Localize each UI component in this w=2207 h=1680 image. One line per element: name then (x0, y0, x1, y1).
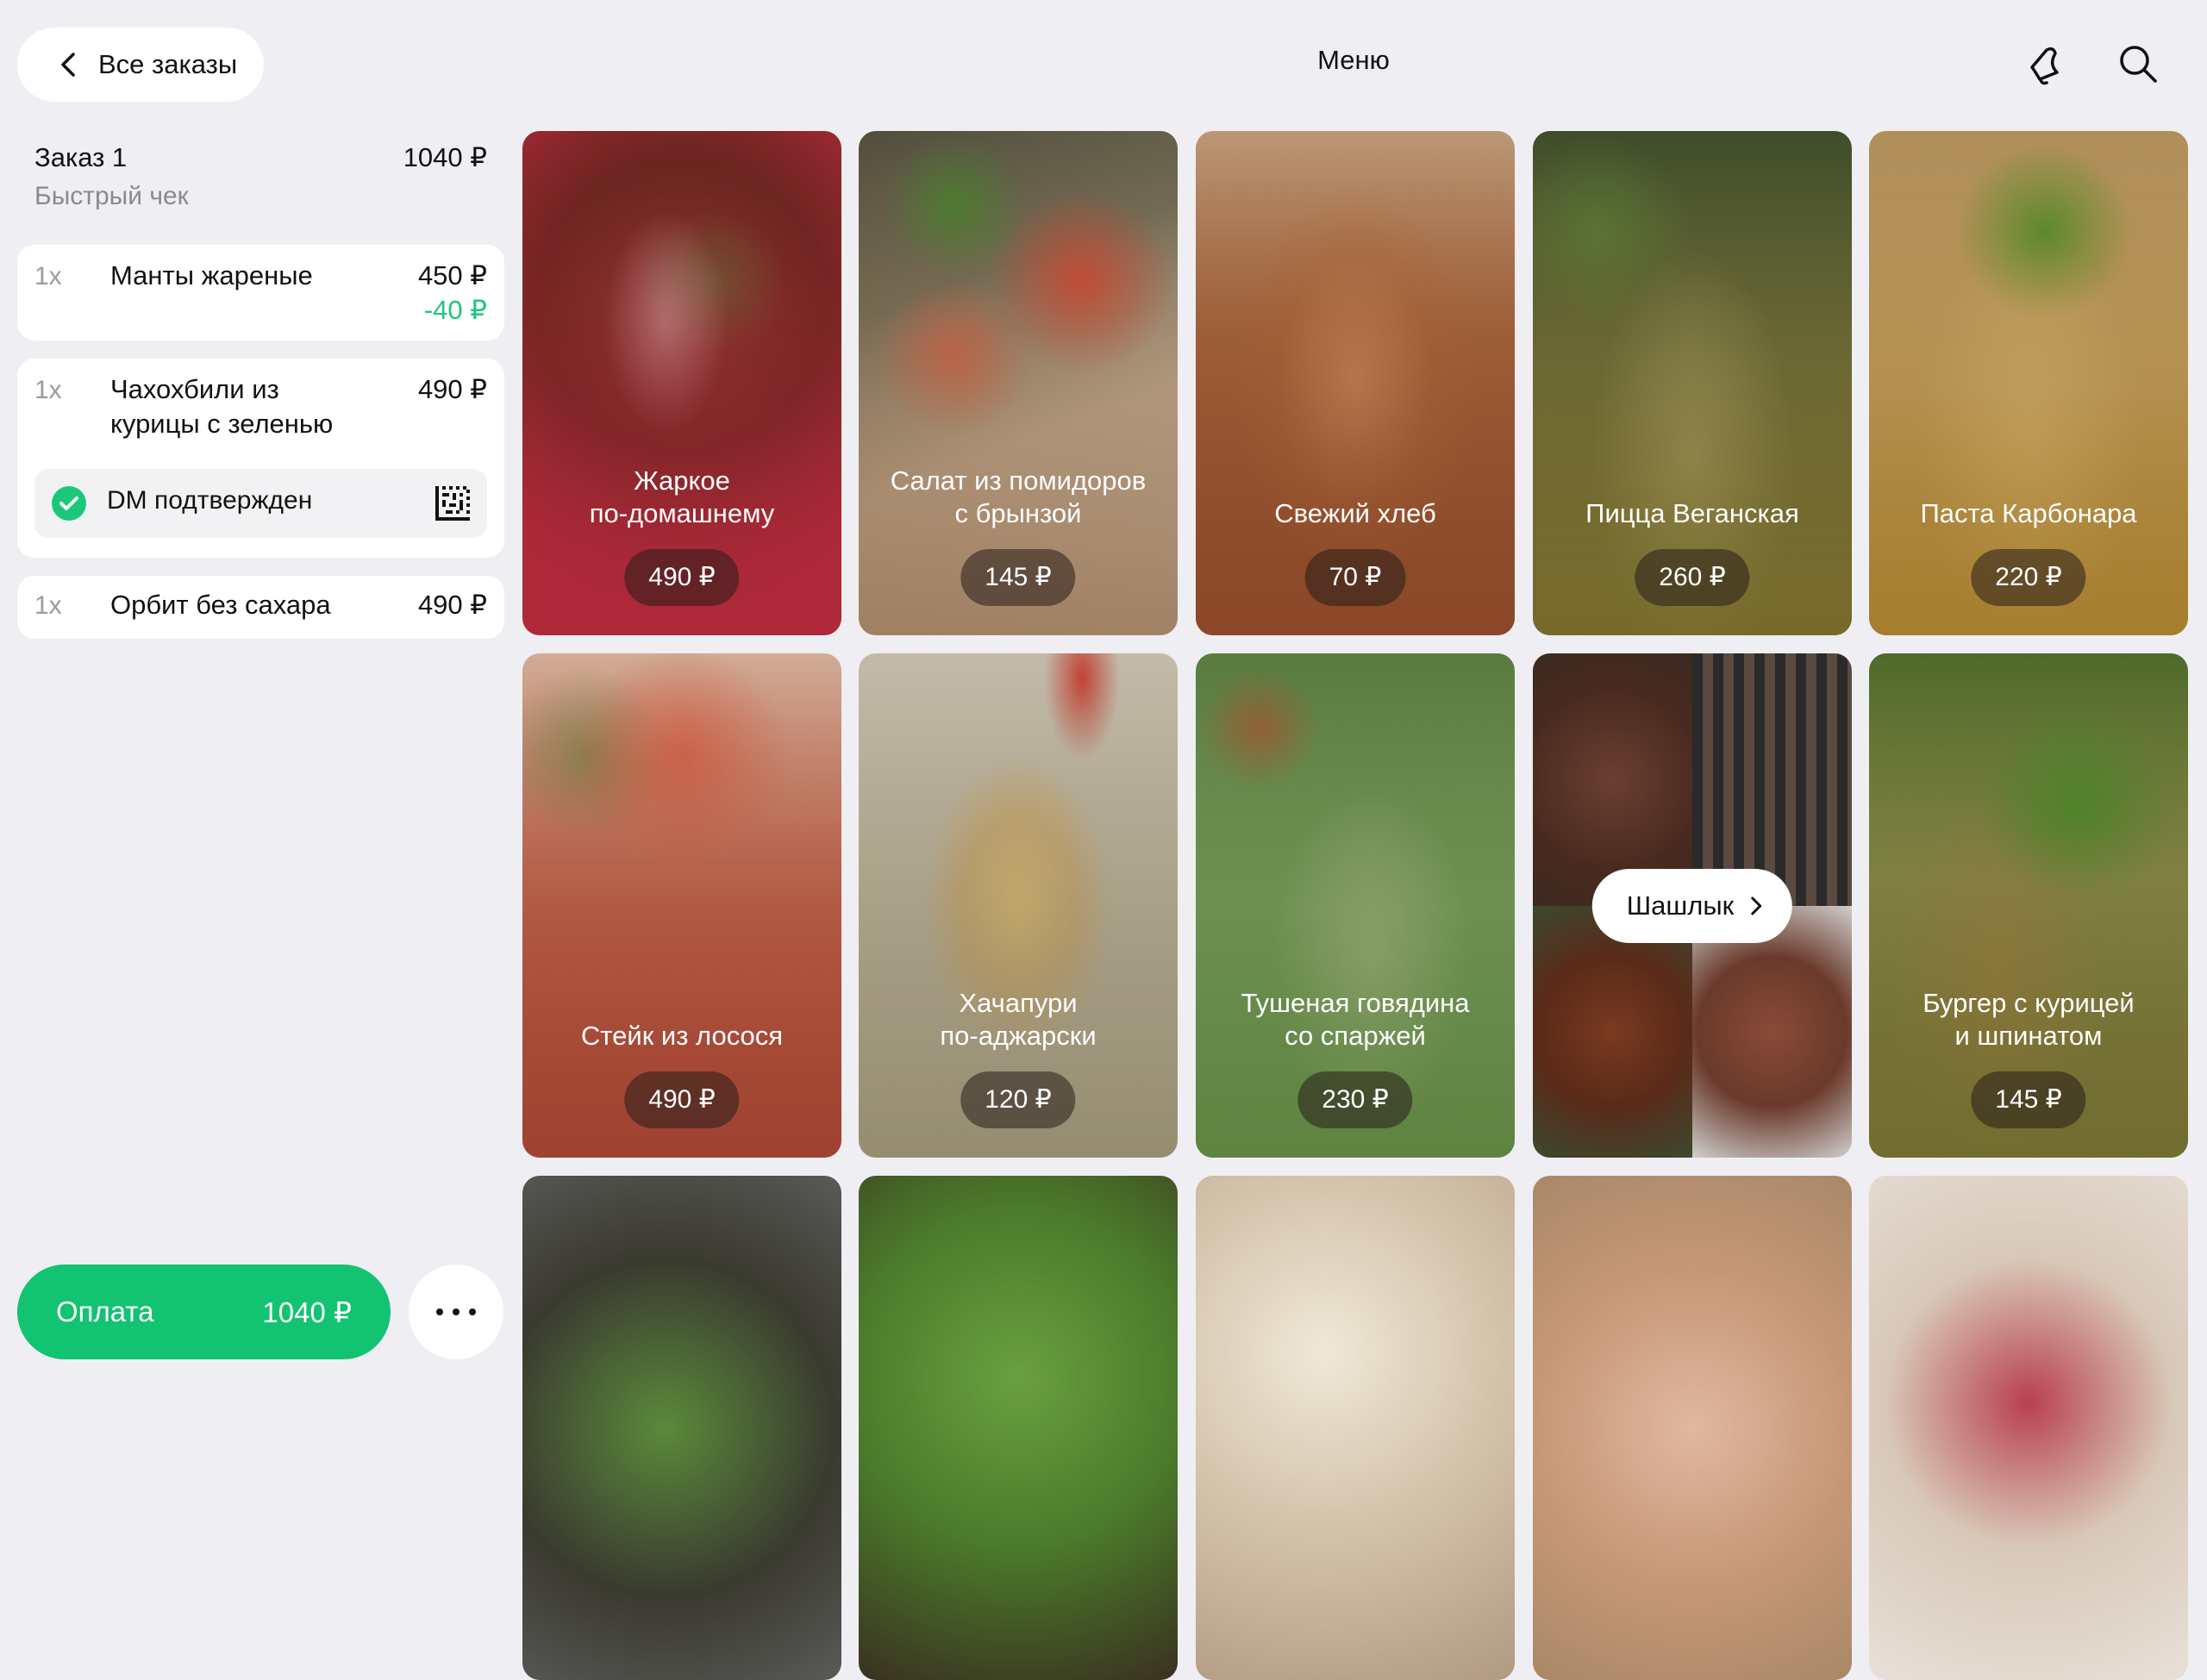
menu-item-price: 260 ₽ (1635, 549, 1750, 606)
menu-item-name: Салат из помидоров с брынзой (890, 465, 1147, 528)
menu-item-card[interactable]: Паста Карбонара 220 ₽ (1869, 131, 2188, 635)
menu-item-card[interactable]: Салат из помидоров с брынзой 145 ₽ (859, 131, 1178, 635)
page-title: Меню (1317, 45, 1390, 75)
menu-item-card[interactable]: Хачапури по-аджарски 120 ₽ (859, 653, 1178, 1158)
item-price: 450 ₽ (417, 260, 487, 290)
item-name: Манты жареные (110, 260, 313, 290)
dm-status-label: DM подтвержден (107, 486, 313, 515)
item-name: Орбит без сахара (110, 590, 331, 620)
order-item-card[interactable]: 1x Чахохбили из курицы с зеленью 490 ₽ D… (17, 359, 504, 558)
menu-item-price: 145 ₽ (1971, 1071, 2086, 1128)
menu-item-name: Хачапури по-аджарски (940, 988, 1097, 1051)
category-label: Шашлык (1626, 890, 1735, 921)
order-item-card[interactable]: 1x Орбит без сахара 490 ₽ (17, 576, 504, 639)
menu-item-name: Жаркое по-домашнему (589, 465, 775, 528)
chevron-left-icon (61, 53, 75, 77)
item-price: 490 ₽ (417, 590, 487, 620)
menu-item-card[interactable]: Свежий хлеб 70 ₽ (1196, 131, 1515, 635)
item-name: Чахохбили из курицы с зеленью (110, 374, 334, 439)
pay-total: 1040 ₽ (262, 1296, 352, 1328)
menu-item-price: 70 ₽ (1304, 549, 1406, 606)
menu-item-card[interactable] (1533, 1176, 1852, 1680)
menu-item-name: Пицца Веганская (1585, 498, 1799, 528)
item-quantity: 1x (34, 262, 62, 290)
more-button[interactable] (409, 1265, 503, 1359)
menu-item-card[interactable]: Пицца Веганская 260 ₽ (1533, 131, 1852, 635)
category-photo (1692, 905, 1852, 1158)
menu-item-name: Паста Карбонара (1920, 498, 2137, 528)
category-photo (1533, 905, 1692, 1158)
menu-item-price: 490 ₽ (624, 1071, 740, 1128)
item-quantity: 1x (34, 376, 62, 404)
menu-item-card[interactable]: Тушеная говядина со спаржей 230 ₽ (1196, 653, 1515, 1158)
item-discount: -40 ₽ (423, 295, 487, 325)
menu-item-price: 220 ₽ (1971, 549, 2086, 606)
menu-item-card[interactable] (1196, 1176, 1515, 1680)
datamatrix-icon (435, 486, 470, 521)
category-shashlik-button[interactable]: Шашлык (1591, 868, 1793, 943)
menu-item-card[interactable]: Стейк из лосося 490 ₽ (522, 653, 841, 1158)
menu-item-name: Свежий хлеб (1274, 498, 1436, 528)
menu-item-name: Тушеная говядина со спаржей (1241, 988, 1470, 1051)
item-quantity: 1x (34, 591, 62, 620)
bell-icon[interactable] (2017, 38, 2069, 90)
category-card[interactable]: Шашлык (1533, 653, 1852, 1158)
menu-item-price: 145 ₽ (960, 549, 1076, 606)
menu-item-price: 230 ₽ (1297, 1071, 1413, 1128)
menu-item-card[interactable]: Жаркое по-домашнему 490 ₽ (522, 131, 841, 635)
menu-item-card[interactable] (522, 1176, 841, 1680)
menu-item-name: Стейк из лосося (580, 1021, 784, 1051)
order-item-card[interactable]: 1x Манты жареные 450 ₽ -40 ₽ (17, 245, 504, 340)
all-orders-label: Все заказы (98, 49, 238, 79)
menu-item-card[interactable]: Бургер с курицей и шпинатом 145 ₽ (1869, 653, 2188, 1158)
order-header: Заказ 1 Быстрый чек 1040 ₽ (34, 142, 487, 211)
more-icon (436, 1308, 476, 1315)
menu-item-price: 490 ₽ (624, 549, 740, 606)
menu-item-price: 120 ₽ (960, 1071, 1076, 1128)
item-price: 490 ₽ (417, 374, 487, 404)
order-subtitle: Быстрый чек (34, 182, 189, 210)
menu-item-name: Бургер с курицей и шпинатом (1923, 988, 2135, 1051)
order-total: 1040 ₽ (403, 142, 487, 172)
menu-item-card[interactable] (859, 1176, 1178, 1680)
search-icon[interactable] (2112, 38, 2164, 90)
pay-button[interactable]: Оплата 1040 ₽ (17, 1265, 391, 1359)
chevron-right-icon (1751, 896, 1762, 915)
pay-label: Оплата (56, 1296, 154, 1327)
menu-item-card[interactable] (1869, 1176, 2188, 1680)
dm-status-row[interactable]: DM подтвержден (34, 469, 487, 538)
all-orders-button[interactable]: Все заказы (17, 28, 264, 102)
check-circle-icon (52, 486, 86, 521)
